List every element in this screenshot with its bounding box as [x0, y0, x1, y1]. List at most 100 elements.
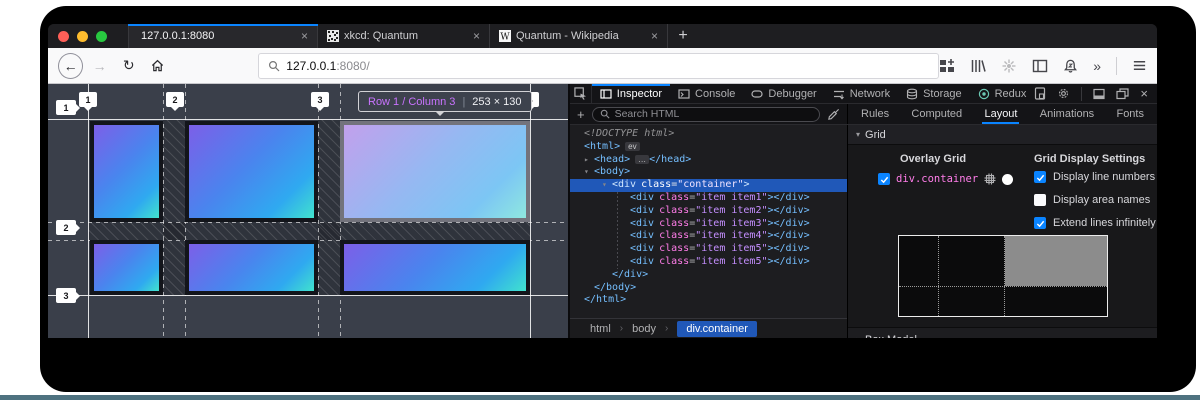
tab-label: Storage — [923, 88, 962, 100]
addon-icon[interactable] — [1001, 58, 1017, 74]
tab-close-icon[interactable]: × — [651, 29, 658, 43]
collapse-arrow-icon[interactable]: ▾ — [602, 179, 612, 192]
markup-line-item[interactable]: <divclass="item item3"></div> — [570, 218, 847, 231]
markup-toolbar: + — [570, 104, 848, 124]
url-host: 127.0.0.1 — [286, 59, 336, 73]
search-html-box[interactable] — [592, 107, 820, 122]
wikipedia-favicon-icon: W — [499, 30, 511, 42]
overlay-grid-selector[interactable]: div.container — [896, 173, 978, 185]
tab-layout[interactable]: Layout — [984, 104, 1017, 124]
search-html-input[interactable] — [615, 108, 812, 120]
back-button[interactable]: ← — [58, 53, 83, 79]
close-window-button[interactable] — [58, 31, 69, 42]
tab-fonts[interactable]: Fonts — [1116, 104, 1144, 124]
tab-animations[interactable]: Animations — [1040, 104, 1094, 124]
overflow-menu-icon[interactable]: » — [1093, 58, 1101, 74]
window-controls — [58, 31, 107, 42]
tooltip-position-label: Row 1 / Column 3 — [368, 96, 455, 108]
tab-xkcd[interactable]: xkcd: Quantum × — [318, 24, 490, 48]
settings-gear-icon[interactable] — [1057, 87, 1070, 100]
box-model-section-header[interactable]: ▸ Box Model — [848, 327, 1157, 338]
extend-lines-checkbox[interactable] — [1034, 217, 1046, 229]
grid-minimap[interactable] — [898, 235, 1108, 317]
tab-title: Quantum - Wikipedia — [513, 30, 643, 42]
tab-computed[interactable]: Computed — [911, 104, 962, 124]
page-viewport[interactable]: 1 2 3 4 1 2 3 Row 1 / Column 3 | 253 × 1… — [48, 84, 568, 338]
markup-line-item[interactable]: <divclass="item item2"></div> — [570, 205, 847, 218]
tab-close-icon[interactable]: × — [301, 29, 308, 43]
markup-line-item[interactable]: <divclass="item item1"></div> — [570, 192, 847, 205]
new-tab-button[interactable]: + — [668, 24, 698, 48]
pick-element-button[interactable] — [570, 84, 592, 103]
add-node-button[interactable]: + — [577, 107, 585, 122]
tiles-plus-icon[interactable] — [939, 58, 955, 74]
search-icon — [268, 60, 280, 72]
tab-storage[interactable]: Storage — [898, 84, 970, 103]
tab-debugger[interactable]: Debugger — [743, 84, 824, 103]
event-badge[interactable]: ev — [625, 142, 639, 151]
url-bar[interactable]: 127.0.0.1:8080/ — [258, 53, 939, 79]
markup-line-item[interactable]: <divclass="item item4"></div> — [570, 230, 847, 243]
overlay-grid-checkbox[interactable] — [878, 173, 890, 185]
minimize-window-button[interactable] — [77, 31, 88, 42]
markup-line-container-close[interactable]: </div> — [570, 269, 847, 282]
tab-close-icon[interactable]: × — [473, 29, 480, 43]
tab-rules[interactable]: Rules — [861, 104, 889, 124]
svg-text:W: W — [500, 33, 510, 43]
grid-color-swatch[interactable] — [1002, 174, 1013, 185]
minimap-row-2 — [899, 286, 1107, 316]
grid-line-horizontal-dashed — [48, 222, 568, 223]
tab-redux[interactable]: Redux — [970, 84, 1035, 103]
eyedropper-icon[interactable] — [827, 108, 840, 121]
tab-label: Network — [850, 88, 890, 100]
separate-window-icon[interactable] — [1116, 88, 1129, 100]
tab-network[interactable]: Network — [825, 84, 898, 103]
display-line-numbers-checkbox[interactable] — [1034, 171, 1046, 183]
display-area-names-checkbox[interactable] — [1034, 194, 1046, 206]
markup-line-body[interactable]: ▾<body> — [570, 166, 847, 179]
chevron-right-icon: › — [620, 323, 623, 334]
network-icon — [833, 88, 845, 100]
markup-line-doctype[interactable]: <!DOCTYPE html> — [570, 128, 847, 141]
grid-highlighter-icon[interactable] — [984, 173, 996, 185]
breadcrumb-html[interactable]: html — [590, 323, 611, 335]
tooltip-separator: | — [462, 96, 465, 108]
tab-localhost[interactable]: 127.0.0.1:8080 × — [128, 24, 318, 48]
markup-line-container-selected[interactable]: ▾<divclass="container"> — [570, 179, 847, 192]
html-tree[interactable]: <!DOCTYPE html> <html>ev ▸<head>…</head>… — [570, 125, 847, 318]
expand-arrow-icon[interactable]: ▸ — [584, 154, 594, 167]
sidebar-toggle-icon[interactable] — [1032, 58, 1048, 74]
markup-line-item[interactable]: <divclass="item item5"></div> — [570, 256, 847, 269]
zoom-window-button[interactable] — [96, 31, 107, 42]
hamburger-menu-icon[interactable] — [1132, 58, 1147, 73]
overlay-grid-header: Overlay Grid — [900, 153, 966, 165]
library-icon[interactable] — [970, 58, 986, 74]
forward-button[interactable]: → — [87, 53, 112, 79]
sidebar-tab-bar: Rules Computed Layout Animations Fonts — [848, 104, 1157, 124]
home-button[interactable] — [145, 53, 170, 79]
toolbar-separator — [1116, 57, 1117, 75]
tab-inspector[interactable]: Inspector — [592, 84, 670, 103]
tab-wikipedia[interactable]: W Quantum - Wikipedia × — [490, 24, 668, 48]
close-devtools-icon[interactable]: × — [1140, 86, 1148, 101]
collapse-arrow-icon[interactable]: ▾ — [584, 166, 594, 179]
markup-line-html-close[interactable]: </html> — [570, 294, 847, 307]
dock-bottom-icon[interactable] — [1093, 88, 1105, 100]
markup-line-head[interactable]: ▸<head>…</head> — [570, 154, 847, 167]
breadcrumb-div-container[interactable]: div.container — [677, 321, 757, 337]
responsive-design-icon[interactable] — [1034, 87, 1046, 100]
tab-label: Debugger — [768, 88, 816, 100]
collapsed-content-badge[interactable]: … — [635, 155, 649, 164]
grid-line-vertical-dashed — [163, 84, 164, 338]
markup-line-item[interactable]: <divclass="item item5"></div> — [570, 243, 847, 256]
navigation-toolbar: ← → ↻ 127.0.0.1:8080/ » — [48, 48, 1157, 84]
tab-console[interactable]: Console — [670, 84, 743, 103]
reload-button[interactable]: ↻ — [116, 53, 141, 79]
grid-gap-hatch — [88, 222, 530, 240]
markup-line-html[interactable]: <html>ev — [570, 141, 847, 154]
markup-line-body-close[interactable]: </body> — [570, 282, 847, 295]
breadcrumb-body[interactable]: body — [632, 323, 656, 335]
setting-display-area-names: Display area names — [1034, 194, 1150, 206]
grid-section-header[interactable]: ▾ Grid — [848, 125, 1157, 145]
bell-icon[interactable] — [1063, 58, 1078, 74]
